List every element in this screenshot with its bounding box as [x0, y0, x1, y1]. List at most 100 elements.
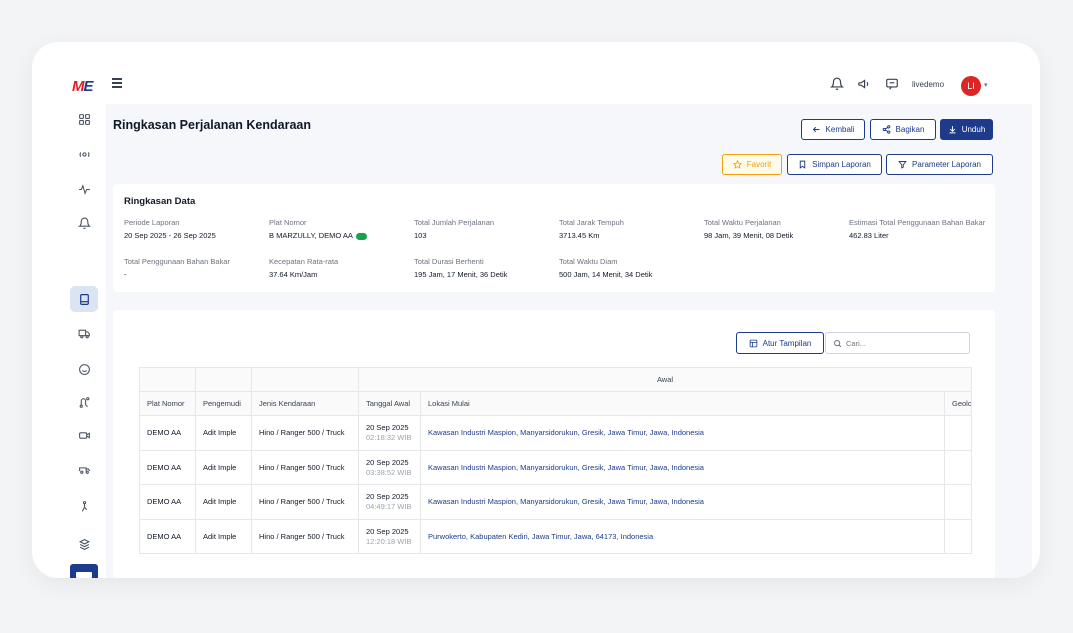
report-params-button[interactable]: Parameter Laporan — [886, 154, 993, 175]
field-value: 195 Jam, 17 Menit, 36 Detik — [414, 270, 508, 279]
cell-plate: DEMO AA — [139, 415, 196, 451]
favorite-button[interactable]: Favorit — [722, 154, 782, 175]
download-label: Unduh — [961, 125, 986, 134]
group-header-start: Awal — [358, 367, 972, 392]
table-row[interactable]: DEMO AA Adit Imple Hino / Ranger 500 / T… — [139, 518, 972, 554]
sidebar-item-camera[interactable] — [70, 422, 98, 448]
bell-icon[interactable] — [830, 77, 844, 91]
sidebar-item-report[interactable] — [70, 286, 98, 312]
column-header-vehicle-type[interactable]: Jenis Kendaraan — [251, 391, 359, 416]
activity-icon — [78, 183, 90, 195]
tracking-icon — [79, 151, 89, 157]
field-value: 500 Jam, 14 Menit, 34 Detik — [559, 270, 653, 279]
share-button[interactable]: Bagikan — [870, 119, 936, 140]
cell-plate: DEMO AA — [139, 449, 196, 485]
brand-badge[interactable] — [70, 564, 98, 578]
sidebar-item-activity[interactable] — [70, 176, 98, 202]
sidebar-item-tracking[interactable] — [70, 141, 98, 167]
more-plates-badge[interactable] — [355, 232, 367, 240]
summary-field-idle-time: Total Waktu Diam 500 Jam, 14 Menit, 34 D… — [559, 257, 699, 280]
table-header-row: Plat Nomor Pengemudi Jenis Kendaraan Tan… — [139, 391, 972, 416]
inventory-icon — [78, 538, 90, 550]
field-value: 462.83 Liter — [849, 231, 889, 240]
summary-card: Ringkasan Data Periode Laporan 20 Sep 20… — [113, 184, 995, 292]
cell-start-location[interactable]: Kawasan Industri Maspion, Manyarsidoruku… — [420, 449, 945, 485]
cell-geolocation — [944, 449, 972, 485]
field-label: Plat Nomor — [269, 218, 307, 227]
search-input[interactable] — [846, 337, 964, 350]
column-header-geolocation[interactable]: Geolo — [944, 391, 972, 416]
summary-field-fuel: Total Penggunaan Bahan Bakar - — [124, 257, 264, 280]
cell-vehicle-type: Hino / Ranger 500 / Truck — [251, 484, 359, 520]
summary-field-travel-time: Total Waktu Perjalanan 98 Jam, 39 Menit,… — [704, 218, 844, 241]
table-row[interactable]: DEMO AA Adit Imple Hino / Ranger 500 / T… — [139, 415, 972, 451]
cell-vehicle-type: Hino / Ranger 500 / Truck — [251, 415, 359, 451]
table-row[interactable]: DEMO AA Adit Imple Hino / Ranger 500 / T… — [139, 449, 972, 485]
bookmark-icon — [799, 160, 806, 169]
cell-date: 20 Sep 2025 — [366, 526, 409, 536]
share-label: Bagikan — [895, 125, 925, 134]
field-label: Total Waktu Perjalanan — [704, 218, 781, 227]
share-icon — [882, 125, 890, 134]
field-value-wrap: B MARZULLY, DEMO AA — [269, 231, 409, 241]
megaphone-icon[interactable] — [857, 77, 871, 91]
summary-field-period: Periode Laporan 20 Sep 2025 - 26 Sep 202… — [124, 218, 264, 241]
cell-vehicle-type: Hino / Ranger 500 / Truck — [251, 449, 359, 485]
field-value: 103 — [414, 231, 427, 240]
cell-plate: DEMO AA — [139, 484, 196, 520]
field-label: Total Durasi Berhenti — [414, 257, 484, 266]
field-label: Total Jumlah Perjalanan — [414, 218, 495, 227]
cell-driver: Adit Imple — [195, 518, 252, 554]
sidebar-item-dashboard[interactable] — [70, 106, 98, 132]
summary-field-avg-speed: Kecepatan Rata-rata 37.64 Km/Jam — [269, 257, 409, 280]
cell-start-date: 20 Sep 2025 03:38:52 WIB — [358, 449, 421, 485]
sidebar-item-fleet[interactable] — [70, 456, 98, 482]
column-header-plate[interactable]: Plat Nomor — [139, 391, 196, 416]
sidebar-item-inventory[interactable] — [70, 531, 98, 557]
sidebar-item-vehicle[interactable] — [70, 320, 98, 346]
table-row[interactable]: DEMO AA Adit Imple Hino / Ranger 500 / T… — [139, 484, 972, 520]
top-bar: ME livedemo LI ▾ — [32, 68, 1040, 104]
save-report-label: Simpan Laporan — [812, 160, 871, 169]
page-title: Ringkasan Perjalanan Kendaraan — [113, 118, 311, 132]
chat-icon[interactable] — [885, 77, 899, 91]
route-icon — [79, 396, 89, 408]
table-group-header-row: Awal — [139, 367, 972, 392]
dashboard-icon — [78, 113, 90, 125]
search-box[interactable] — [825, 332, 970, 354]
cell-plate: DEMO AA — [139, 518, 196, 554]
cell-time: 03:38:52 WIB — [366, 467, 412, 477]
app-logo[interactable]: ME — [72, 78, 94, 95]
sidebar-item-route[interactable] — [70, 389, 98, 415]
cell-start-location[interactable]: Kawasan Industri Maspion, Manyarsidoruku… — [420, 484, 945, 520]
cell-start-location[interactable]: Kawasan Industri Maspion, Manyarsidoruku… — [420, 415, 945, 451]
back-button[interactable]: Kembali — [801, 119, 865, 140]
avatar[interactable]: LI — [961, 76, 981, 96]
save-report-button[interactable]: Simpan Laporan — [787, 154, 882, 175]
cell-start-date: 20 Sep 2025 12:20:18 WIB — [358, 518, 421, 554]
field-label: Periode Laporan — [124, 218, 180, 227]
report-icon — [79, 293, 89, 305]
trip-table: Awal Plat Nomor Pengemudi Jenis Kendaraa… — [139, 367, 972, 554]
username[interactable]: livedemo — [912, 80, 944, 89]
column-header-start-date[interactable]: Tanggal Awal — [358, 391, 421, 416]
cell-time: 04:49:17 WIB — [366, 502, 412, 512]
download-button[interactable]: Unduh — [940, 119, 993, 140]
column-header-start-location[interactable]: Lokasi Mulai — [420, 391, 945, 416]
view-settings-button[interactable]: Atur Tampilan — [736, 332, 824, 354]
menu-toggle-icon[interactable] — [112, 78, 122, 88]
summary-field-stop-duration: Total Durasi Berhenti 195 Jam, 17 Menit,… — [414, 257, 554, 280]
cell-driver: Adit Imple — [195, 484, 252, 520]
column-header-driver[interactable]: Pengemudi — [195, 391, 252, 416]
chevron-down-icon[interactable]: ▾ — [984, 81, 988, 89]
field-value: 98 Jam, 39 Menit, 08 Detik — [704, 231, 794, 240]
cell-time: 12:20:18 WIB — [366, 536, 412, 546]
view-settings-label: Atur Tampilan — [762, 338, 812, 348]
sidebar-item-driver[interactable] — [70, 356, 98, 382]
cell-date: 20 Sep 2025 — [366, 423, 409, 433]
sidebar-item-notification[interactable] — [70, 210, 98, 236]
sidebar-item-maintenance[interactable] — [70, 493, 98, 519]
field-label: Total Waktu Diam — [559, 257, 618, 266]
field-value: 3713.45 Km — [559, 231, 600, 240]
cell-start-location[interactable]: Purwokerto, Kabupaten Kediri, Jawa Timur… — [420, 518, 945, 554]
